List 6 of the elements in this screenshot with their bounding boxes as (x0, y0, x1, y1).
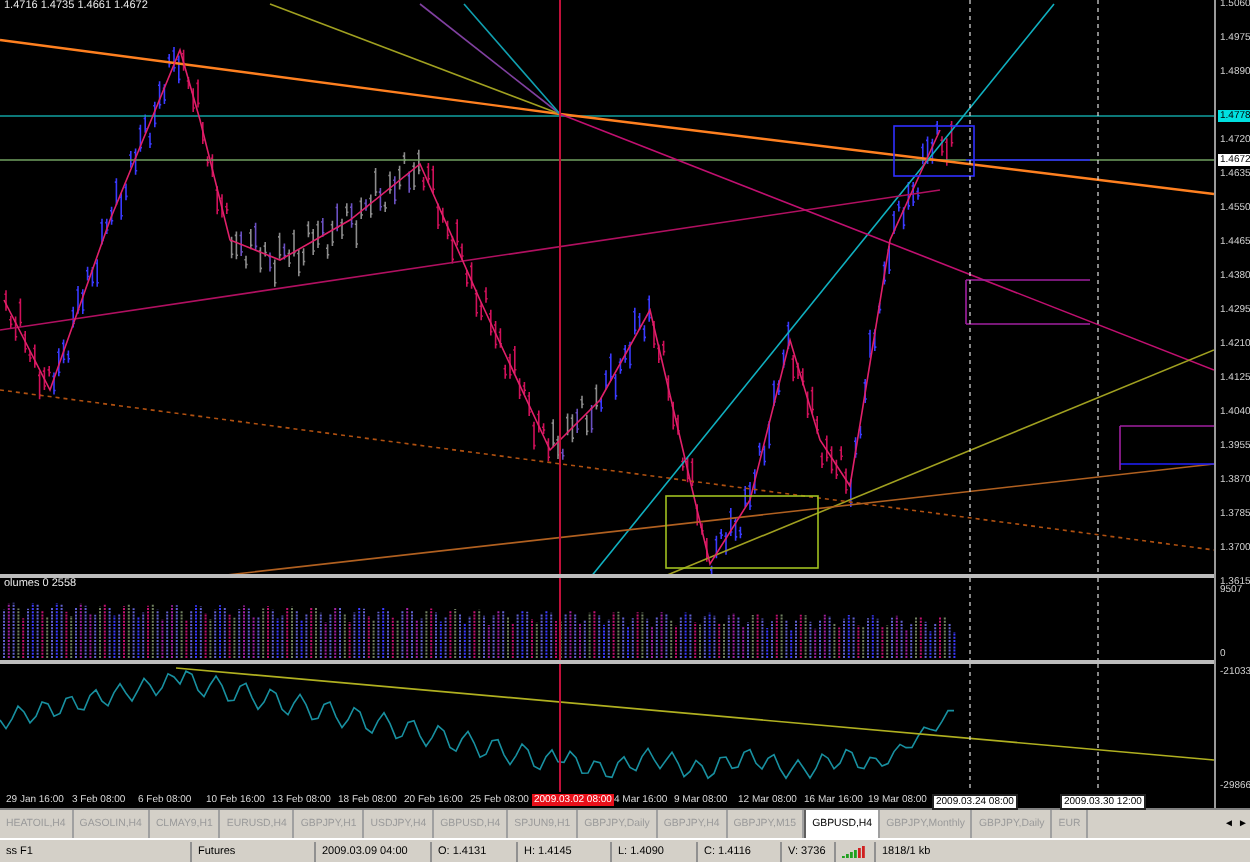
cursor-line (559, 664, 561, 792)
connection-bars-icon (842, 844, 866, 858)
period-line (969, 664, 1099, 792)
period-line (969, 578, 1099, 660)
cursor-line (559, 578, 561, 660)
range-rectangle (893, 125, 975, 177)
